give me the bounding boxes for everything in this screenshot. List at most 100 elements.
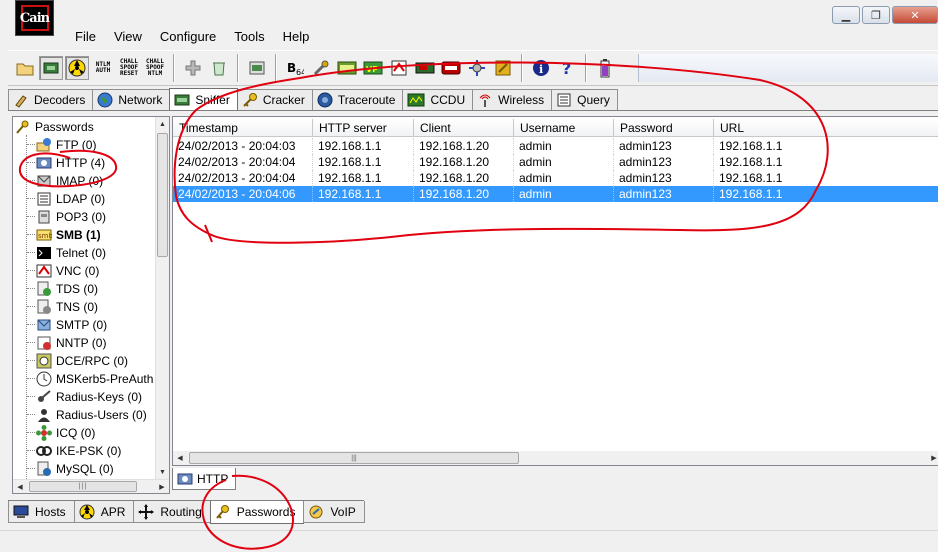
tree-item-smtp[interactable]: SMTP (0) — [27, 316, 107, 333]
list-hscroll-thumb[interactable]: ||| — [189, 452, 519, 464]
menu-file[interactable]: File — [66, 27, 105, 47]
scroll-left-icon[interactable]: ◀ — [173, 451, 187, 464]
tree-item-telnet[interactable]: Telnet (0) — [27, 244, 106, 261]
base64-button[interactable]: B 64 — [283, 56, 307, 80]
scroll-down-icon[interactable]: ▼ — [156, 465, 169, 479]
remove-button[interactable] — [207, 56, 231, 80]
battery-button[interactable] — [593, 56, 617, 80]
column-url[interactable]: URL — [714, 119, 938, 137]
menu-configure[interactable]: Configure — [151, 27, 225, 47]
tab-traceroute[interactable]: Traceroute — [311, 89, 404, 110]
cell-url: 192.168.1.1 — [719, 171, 783, 185]
cell-client: 192.168.1.20 — [414, 186, 514, 202]
help-button[interactable]: ? — [555, 56, 579, 80]
tree-item-radius-keys[interactable]: Radius-Keys (0) — [27, 388, 142, 405]
tab-network[interactable]: Network — [92, 89, 171, 110]
close-button[interactable]: ✕ — [892, 6, 938, 24]
sniffer-start-button[interactable] — [39, 56, 63, 80]
tree-item-ike-psk[interactable]: IKE-PSK (0) — [27, 442, 121, 459]
kerberos-icon — [36, 371, 52, 386]
chall-spoof-reset-button[interactable]: CHALL SPOOF RESET — [117, 56, 141, 80]
tree-item-nntp[interactable]: NNTP (0) — [27, 334, 106, 351]
tab-routing[interactable]: Routing — [133, 501, 211, 523]
icq-icon — [36, 424, 52, 441]
tree-horizontal-scrollbar[interactable]: ◀ ||| ▶ — [13, 479, 169, 493]
tree-item-icq[interactable]: ICQ (0) — [27, 424, 95, 441]
column-http-server[interactable]: HTTP server — [313, 119, 414, 137]
tree-item-vnc[interactable]: VNC (0) — [27, 262, 99, 279]
menu-tools[interactable]: Tools — [225, 27, 273, 47]
tree-item-radius-users[interactable]: Radius-Users (0) — [27, 406, 147, 423]
tree-item-ldap[interactable]: LDAP (0) — [27, 190, 105, 207]
table-row[interactable]: 24/02/2013 - 20:04:03 192.168.1.1 192.16… — [173, 138, 938, 154]
cell-timestamp: 24/02/2013 - 20:04:04 — [173, 170, 313, 186]
scroll-left-icon[interactable]: ◀ — [13, 480, 27, 493]
tab-sniffer[interactable]: Sniffer — [169, 88, 238, 110]
open-button[interactable] — [13, 56, 37, 80]
tab-ccdu[interactable]: CCDU — [402, 89, 474, 110]
tab-decoders[interactable]: Decoders — [8, 89, 94, 110]
tree-item-tds[interactable]: TDS (0) — [27, 280, 98, 297]
tab-query[interactable]: Query — [551, 89, 618, 110]
column-client[interactable]: Client — [414, 119, 514, 137]
subtab-http[interactable]: HTTP — [172, 468, 237, 490]
tree-vscroll-thumb[interactable] — [157, 133, 168, 257]
minimize-button[interactable]: ▁ — [832, 6, 860, 24]
scroll-right-icon[interactable]: ▶ — [927, 451, 938, 464]
scroll-right-icon[interactable]: ▶ — [155, 480, 169, 493]
app-logo[interactable]: Cain — [15, 0, 54, 36]
column-timestamp[interactable]: Timestamp — [173, 119, 313, 137]
ntlm-auth-button[interactable]: NTLM AUTH — [91, 56, 115, 80]
tab-passwords[interactable]: Passwords — [209, 501, 305, 524]
cisco-button[interactable] — [439, 56, 463, 80]
table-row[interactable]: 24/02/2013 - 20:04:04 192.168.1.1 192.16… — [173, 154, 938, 170]
http-passwords-list[interactable]: Timestamp HTTP server Client Username Pa… — [172, 116, 938, 466]
table-row-selected[interactable]: 24/02/2013 - 20:04:06 192.168.1.1 192.16… — [173, 186, 938, 202]
tab-query-label: Query — [577, 93, 610, 107]
info-button[interactable]: i — [529, 56, 553, 80]
base64-icon: B 64 — [287, 61, 304, 77]
network-button[interactable] — [465, 56, 489, 80]
tree-item-dcerpc[interactable]: DCE/RPC (0) — [27, 352, 128, 369]
menu-help[interactable]: Help — [274, 27, 319, 47]
tab-voip[interactable]: VoIP — [303, 501, 365, 523]
apr-start-button[interactable] — [65, 56, 89, 80]
tab-apr[interactable]: APR — [73, 501, 135, 523]
column-password[interactable]: Password — [614, 119, 714, 137]
vpn-decoder-button[interactable]: VP — [361, 56, 385, 80]
pwl-button[interactable] — [413, 56, 437, 80]
tree-item-ftp[interactable]: FTP (0) — [27, 136, 96, 153]
scroll-up-icon[interactable]: ▲ — [156, 117, 169, 131]
tree-item-imap[interactable]: IMAP (0) — [27, 172, 103, 189]
smb-icon: smb — [36, 229, 52, 240]
tree-item-http[interactable]: HTTP (4) — [27, 154, 105, 171]
add-button[interactable] — [181, 56, 205, 80]
tree-item-tns[interactable]: TNS (0) — [27, 298, 98, 315]
chall-spoof-ntlm-icon: CHALL SPOOF NTLM — [145, 58, 165, 77]
bottom-tabs: Hosts APR Routing Passwords VoIP — [8, 500, 365, 524]
tree-item-mysql[interactable]: MySQL (0) — [27, 460, 114, 477]
toolbar-empty-area — [638, 54, 938, 82]
toolbar-separator — [275, 54, 277, 82]
tree-hscroll-thumb[interactable]: ||| — [29, 481, 137, 492]
passwords-tree[interactable]: Passwords FTP (0) HTTP (4) IMAP (0) LDAP… — [12, 116, 170, 494]
configure-button[interactable] — [245, 56, 269, 80]
tab-wireless[interactable]: Wireless — [472, 89, 553, 110]
tab-cracker[interactable]: Cracker — [236, 89, 313, 110]
hash-calculator-button[interactable] — [335, 56, 359, 80]
tree-vertical-scrollbar[interactable]: ▲ ▼ — [155, 117, 169, 479]
tree-item-mskerb5[interactable]: MSKerb5-PreAuth — [27, 370, 153, 387]
access-button[interactable] — [491, 56, 515, 80]
rsa-button[interactable] — [387, 56, 411, 80]
restore-button[interactable]: ❐ — [862, 6, 890, 24]
menu-view[interactable]: View — [105, 27, 151, 47]
table-row[interactable]: 24/02/2013 - 20:04:04 192.168.1.1 192.16… — [173, 170, 938, 186]
tree-item-pop3[interactable]: POP3 (0) — [27, 208, 106, 225]
chall-spoof-ntlm-button[interactable]: CHALL SPOOF NTLM — [143, 56, 167, 80]
column-username[interactable]: Username — [514, 119, 614, 137]
tab-hosts[interactable]: Hosts — [8, 501, 75, 523]
tools-button[interactable] — [309, 56, 333, 80]
list-horizontal-scrollbar[interactable]: ◀ ||| ▶ — [173, 451, 938, 465]
tree-root-passwords[interactable]: Passwords — [15, 118, 94, 135]
tree-item-smb[interactable]: smb SMB (1) — [27, 226, 101, 243]
